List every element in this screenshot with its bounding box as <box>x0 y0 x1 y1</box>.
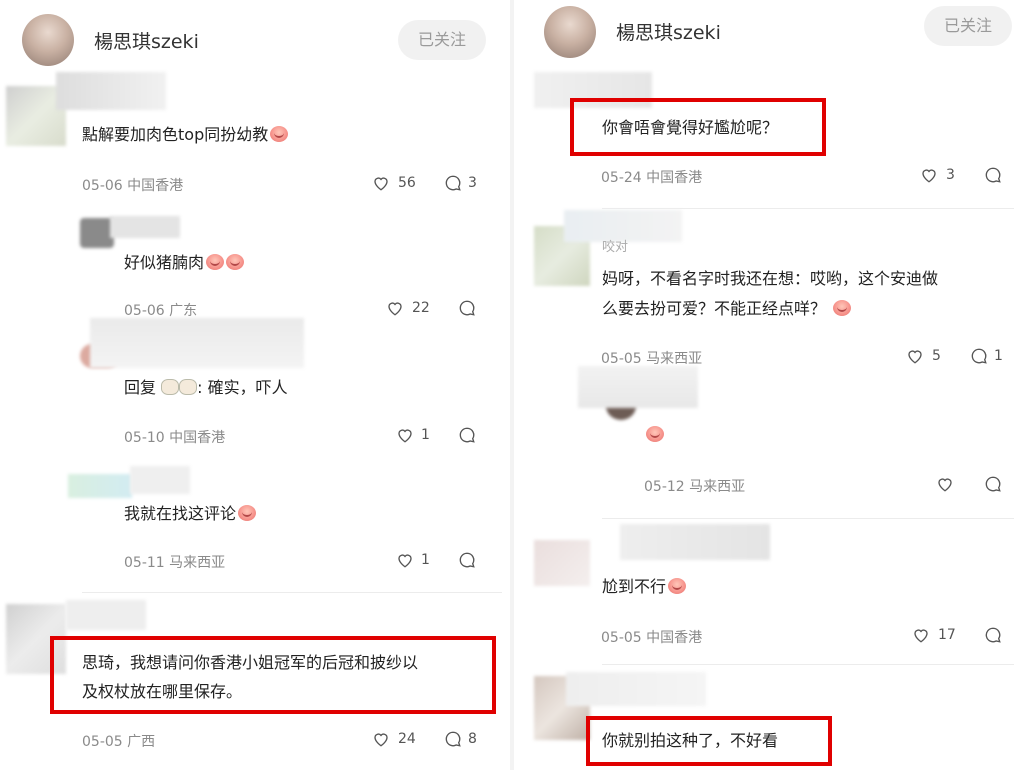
speech-bubble-icon[interactable] <box>458 551 476 569</box>
crying-laughing-emoji-icon <box>646 426 664 442</box>
rabbit-emoji-icon <box>161 379 180 395</box>
crying-laughing-emoji-icon <box>668 578 687 594</box>
commenter-avatar[interactable] <box>68 474 132 498</box>
commenter-name[interactable] <box>90 318 304 368</box>
comment-text: 思琦，我想请问你香港小姐冠军的后冠和披纱以 <box>82 653 419 672</box>
speech-bubble-icon[interactable] <box>444 730 462 748</box>
commenter-name[interactable] <box>66 600 146 630</box>
heart-icon[interactable] <box>920 166 938 184</box>
like-count: 24 <box>398 731 416 747</box>
like-count: 17 <box>938 627 956 643</box>
like-count: 56 <box>398 175 416 191</box>
comment-text: 么要去扮可爱？不能正经点咩？ <box>602 294 852 324</box>
heart-icon[interactable] <box>396 551 414 569</box>
heart-icon[interactable] <box>906 347 924 365</box>
comment-text: 點解要加肉色top同扮幼教 <box>82 120 289 150</box>
crying-laughing-emoji-icon <box>226 254 245 270</box>
crying-laughing-emoji-icon <box>238 505 257 521</box>
like-count: 22 <box>412 300 430 316</box>
comment-text: 你就别拍这种了，不好看 <box>602 731 779 750</box>
comment-meta: 05-11 马来西亚 <box>124 555 226 571</box>
comment-meta: 05-05 中国香港 <box>601 630 703 646</box>
follow-button[interactable]: 已关注 <box>398 20 486 60</box>
comment-text: 你會唔會覺得好尷尬呢？ <box>602 118 779 137</box>
commenter-name[interactable] <box>56 72 166 110</box>
comment-text: 妈呀，不看名字时我还在想：哎哟，这个安迪做 <box>602 269 939 288</box>
comment-meta: 05-05 马来西亚 <box>601 351 703 367</box>
divider <box>602 208 1014 209</box>
commenter-name[interactable] <box>130 466 190 494</box>
heart-icon[interactable] <box>936 475 954 493</box>
comment-meta: 05-06 中国香港 <box>82 178 184 194</box>
comment-text: 我就在找这评论 <box>124 499 257 529</box>
author-avatar[interactable] <box>544 6 596 58</box>
commenter-name[interactable] <box>578 366 698 408</box>
right-comment-panel: 楊思琪szeki 已关注 你會唔會覺得好尷尬呢？ 05-24 中国香港 3 咬对… <box>514 0 1024 770</box>
commenter-avatar[interactable] <box>534 540 590 586</box>
comment-meta: 05-12 马来西亚 <box>644 479 746 495</box>
commenter-name[interactable] <box>620 524 770 560</box>
heart-icon[interactable] <box>912 626 930 644</box>
heart-icon[interactable] <box>396 426 414 444</box>
commenter-name-fragment: 咬对 <box>602 240 629 255</box>
speech-bubble-icon[interactable] <box>984 626 1002 644</box>
commenter-name[interactable] <box>110 216 180 238</box>
divider <box>602 664 1014 665</box>
crying-laughing-emoji-icon <box>270 126 289 142</box>
author-username[interactable]: 楊思琪szeki <box>94 27 199 54</box>
crying-laughing-emoji-icon <box>833 300 852 316</box>
comment-meta: 05-24 中国香港 <box>601 170 703 186</box>
divider <box>602 518 1014 519</box>
comment-text: 及权杖放在哪里保存。 <box>82 682 243 701</box>
comment-meta: 05-10 中国香港 <box>124 430 226 446</box>
reply-count: 3 <box>468 175 477 191</box>
author-username[interactable]: 楊思琪szeki <box>616 18 721 45</box>
comment-text: 回复 : 確实，吓人 <box>124 378 288 397</box>
divider <box>82 592 502 593</box>
left-comment-panel: 楊思琪szeki 已关注 點解要加肉色top同扮幼教 05-06 中国香港 56… <box>0 0 510 770</box>
speech-bubble-icon[interactable] <box>458 426 476 444</box>
reply-count: 8 <box>468 731 477 747</box>
commenter-name[interactable] <box>566 672 706 706</box>
speech-bubble-icon[interactable] <box>984 166 1002 184</box>
rabbit-emoji-icon <box>179 379 198 395</box>
heart-icon[interactable] <box>372 174 390 192</box>
follow-button[interactable]: 已关注 <box>924 6 1012 46</box>
heart-icon[interactable] <box>386 299 404 317</box>
like-count: 3 <box>946 167 955 183</box>
heart-icon[interactable] <box>372 730 390 748</box>
like-count: 1 <box>421 427 430 443</box>
reply-count: 1 <box>994 348 1003 364</box>
crying-laughing-emoji-icon <box>206 254 225 270</box>
like-count: 1 <box>421 552 430 568</box>
like-count: 5 <box>932 348 941 364</box>
commenter-avatar[interactable] <box>80 218 114 248</box>
author-avatar[interactable] <box>22 14 74 66</box>
comment-text: 好似猪腩肉 <box>124 248 245 278</box>
comment-text <box>644 420 664 450</box>
speech-bubble-icon[interactable] <box>444 174 462 192</box>
speech-bubble-icon[interactable] <box>970 347 988 365</box>
comment-meta: 05-05 广西 <box>82 734 156 750</box>
comment-text: 尬到不行 <box>602 572 687 602</box>
comment-meta: 05-06 广东 <box>124 303 198 319</box>
speech-bubble-icon[interactable] <box>458 299 476 317</box>
speech-bubble-icon[interactable] <box>984 475 1002 493</box>
